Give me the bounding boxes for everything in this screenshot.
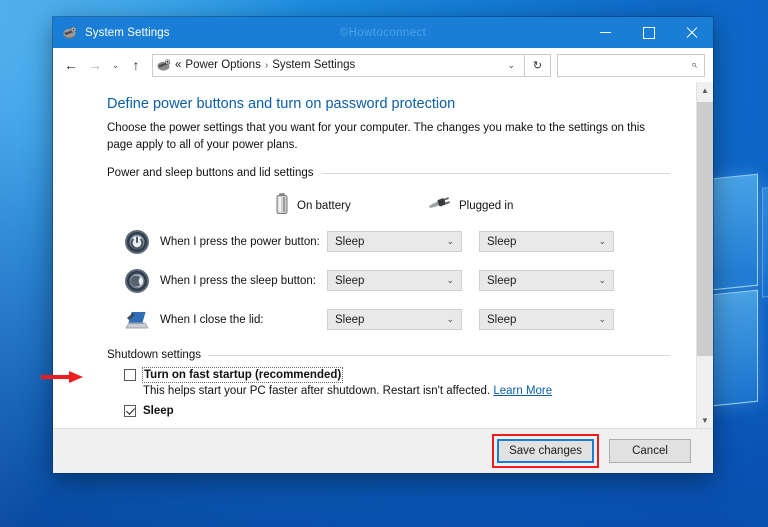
power-sleep-group-title: Power and sleep buttons and lid settings — [107, 167, 314, 180]
search-input[interactable]: ⌕ — [557, 53, 705, 77]
dropdown-value: Sleep — [335, 274, 365, 287]
breadcrumb-item-power-options[interactable]: Power Options — [185, 59, 260, 71]
setting-label-power-button: When I press the power button: — [160, 235, 320, 248]
page-description: Choose the power settings that you want … — [107, 122, 646, 151]
dropdown-value: Sleep — [487, 274, 517, 287]
column-plugged-in-label: Plugged in — [459, 199, 514, 212]
chevron-down-icon: ⌄ — [446, 314, 454, 325]
wallpaper-logo-pane — [712, 173, 758, 291]
breadcrumb: « Power Options › System Settings — [175, 59, 355, 71]
window-title: System Settings — [85, 26, 170, 39]
checkbox-sleep[interactable] — [124, 405, 136, 418]
dropdown-value: Sleep — [487, 313, 517, 326]
learn-more-link[interactable]: Learn More — [493, 385, 552, 397]
scroll-up-button[interactable]: ▲ — [697, 82, 713, 98]
checkbox-label-sleep[interactable]: Sleep — [143, 404, 174, 418]
scrollbar-track[interactable] — [697, 98, 713, 412]
column-on-battery: On battery — [275, 193, 427, 218]
maximize-button[interactable] — [627, 17, 670, 48]
column-plugged-in: Plugged in — [427, 193, 579, 218]
system-settings-window: System Settings ©Howtoconnect ← → ⌄ ↑ « — [53, 17, 713, 473]
laptop-lid-icon — [124, 307, 150, 333]
wallpaper-logo-pane — [712, 289, 758, 407]
maximize-icon — [642, 26, 655, 39]
wallpaper-logo-pane — [762, 184, 768, 298]
close-icon — [686, 27, 698, 39]
breadcrumb-prefix: « — [175, 59, 182, 71]
search-icon: ⌕ — [690, 58, 697, 71]
back-button[interactable]: ← — [59, 52, 83, 78]
save-changes-annotation-box: Save changes — [492, 434, 599, 468]
scrollbar-thumb[interactable] — [697, 102, 713, 356]
window-body: Define power buttons and turn on passwor… — [53, 82, 713, 428]
dialog-footer: Save changes Cancel — [53, 428, 713, 473]
setting-row-power-button: When I press the power button: Sleep ⌄ S… — [107, 222, 670, 261]
window-titlebar[interactable]: System Settings ©Howtoconnect — [53, 17, 713, 48]
checkbox-label-fast-startup[interactable]: Turn on fast startup (recommended) — [141, 367, 344, 384]
settings-content: Define power buttons and turn on passwor… — [53, 82, 696, 428]
page-title: Define power buttons and turn on passwor… — [107, 96, 456, 112]
dropdown-sleep-button-plugged-in[interactable]: Sleep ⌄ — [479, 270, 614, 292]
setting-row-sleep-button: When I press the sleep button: Sleep ⌄ S… — [107, 261, 670, 300]
vertical-scrollbar[interactable]: ▲ ▼ — [696, 82, 713, 428]
power-plug-icon — [427, 195, 451, 216]
minimize-button[interactable] — [584, 17, 627, 48]
shutdown-group-header: Shutdown settings — [107, 349, 670, 361]
refresh-button[interactable]: ↻ — [525, 53, 551, 77]
scroll-down-button[interactable]: ▼ — [697, 412, 713, 428]
setting-label-close-lid: When I close the lid: — [160, 313, 264, 326]
dropdown-power-button-plugged-in[interactable]: Sleep ⌄ — [479, 231, 614, 253]
shutdown-group-title: Shutdown settings — [107, 349, 201, 362]
battery-icon — [275, 193, 289, 218]
setting-row-close-lid: When I close the lid: Sleep ⌄ Sleep ⌄ — [107, 300, 670, 339]
checkbox-fast-startup[interactable] — [124, 369, 136, 382]
dropdown-sleep-button-on-battery[interactable]: Sleep ⌄ — [327, 270, 462, 292]
divider — [207, 354, 670, 356]
chevron-down-icon: ⌄ — [446, 236, 454, 247]
fast-startup-description: This helps start your PC faster after sh… — [107, 385, 670, 397]
dropdown-close-lid-on-battery[interactable]: Sleep ⌄ — [327, 309, 462, 331]
column-headers: On battery Plugged in — [107, 193, 670, 218]
shutdown-settings-group: Shutdown settings Turn on fast startup (… — [53, 349, 696, 418]
power-button-icon — [124, 229, 150, 255]
chevron-down-icon: ⌄ — [598, 236, 606, 247]
minimize-icon — [600, 32, 611, 33]
power-sleep-group: Power and sleep buttons and lid settings — [53, 167, 696, 339]
dropdown-value: Sleep — [335, 235, 365, 248]
address-toolbar: ← → ⌄ ↑ « Power Options › System Setting… — [53, 48, 713, 82]
fast-startup-description-text: This helps start your PC faster after sh… — [143, 385, 491, 398]
chevron-down-icon: ⌄ — [598, 314, 606, 325]
power-options-icon — [156, 57, 172, 73]
breadcrumb-separator: › — [264, 59, 269, 71]
column-on-battery-label: On battery — [297, 199, 351, 212]
dropdown-value: Sleep — [335, 313, 365, 326]
checkbox-row-sleep: Sleep — [107, 404, 670, 418]
sleep-button-icon — [124, 268, 150, 294]
dropdown-value: Sleep — [487, 235, 517, 248]
setting-label-sleep-button: When I press the sleep button: — [160, 274, 316, 287]
close-button[interactable] — [670, 17, 713, 48]
power-options-icon — [62, 25, 78, 41]
save-changes-button[interactable]: Save changes — [497, 439, 594, 463]
checkbox-row-fast-startup: Turn on fast startup (recommended) — [107, 367, 670, 384]
dropdown-close-lid-plugged-in[interactable]: Sleep ⌄ — [479, 309, 614, 331]
window-controls — [584, 17, 713, 48]
power-sleep-group-header: Power and sleep buttons and lid settings — [107, 167, 670, 179]
breadcrumb-item-system-settings[interactable]: System Settings — [272, 59, 355, 71]
address-bar[interactable]: « Power Options › System Settings ⌄ — [152, 53, 525, 77]
chevron-down-icon: ⌄ — [446, 275, 454, 286]
chevron-down-icon[interactable]: ⌄ — [498, 60, 524, 71]
chevron-down-icon: ⌄ — [598, 275, 606, 286]
cancel-button[interactable]: Cancel — [609, 439, 691, 463]
forward-button[interactable]: → — [83, 52, 107, 78]
recent-locations-button[interactable]: ⌄ — [107, 52, 124, 78]
dropdown-power-button-on-battery[interactable]: Sleep ⌄ — [327, 231, 462, 253]
divider — [320, 172, 670, 174]
up-button[interactable]: ↑ — [124, 52, 148, 78]
